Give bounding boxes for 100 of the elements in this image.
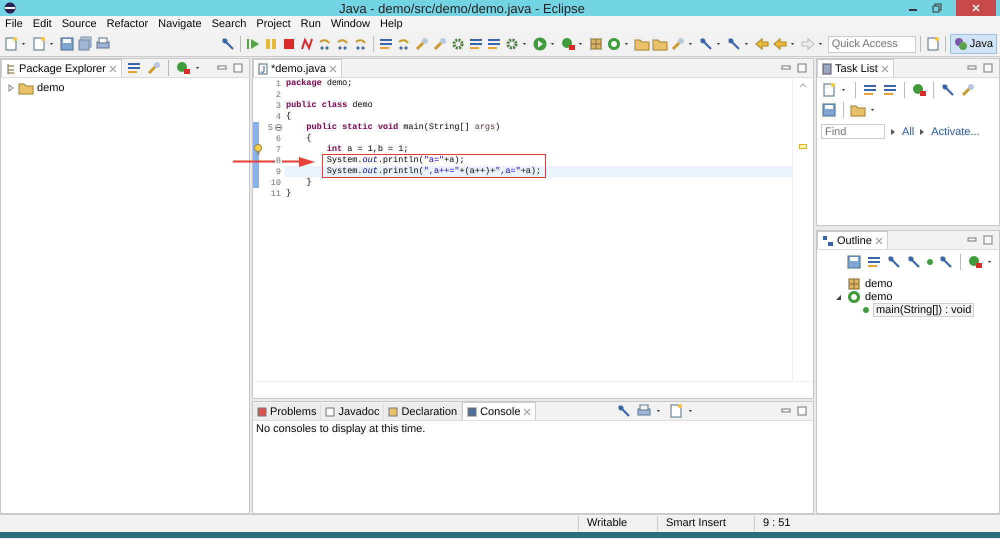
maximize-icon[interactable] (233, 63, 243, 73)
resume-icon[interactable] (244, 36, 261, 52)
list-icon[interactable] (866, 254, 882, 270)
pane-tab[interactable]: Task List (817, 59, 894, 77)
perspective-button[interactable]: Java (950, 34, 997, 54)
line-number: 11 (270, 188, 282, 198)
minimize-icon[interactable] (217, 64, 227, 72)
new-file-icon[interactable] (668, 403, 684, 419)
pin-icon[interactable] (616, 403, 632, 419)
pin-icon[interactable] (940, 82, 956, 98)
maximize-icon[interactable] (797, 63, 807, 73)
bug-icon[interactable] (967, 254, 983, 270)
pin-icon[interactable] (906, 254, 922, 270)
arrow-left-icon[interactable] (772, 36, 788, 52)
pane-tab[interactable]: Problems (253, 403, 322, 420)
minimize-icon[interactable] (967, 236, 977, 244)
package-icon[interactable] (588, 36, 604, 52)
new-file-icon[interactable] (3, 36, 19, 52)
menu-item[interactable]: Help (374, 18, 408, 30)
restore-icon[interactable] (932, 3, 942, 13)
menu-item[interactable]: File (0, 18, 28, 30)
line-number: 2 (274, 90, 282, 100)
arrow-left-icon[interactable] (754, 36, 770, 52)
link[interactable]: Activate... (931, 126, 980, 138)
menu-item[interactable]: Window (326, 18, 375, 30)
tree-item[interactable]: demo (865, 290, 893, 302)
gear-icon[interactable] (450, 36, 466, 52)
tree-item[interactable]: demo (37, 82, 65, 94)
minimize-icon[interactable] (967, 64, 977, 72)
class-icon[interactable] (846, 288, 862, 304)
tree-item[interactable]: main(String[]) : void (873, 302, 974, 316)
pin-icon[interactable] (886, 254, 902, 270)
run-icon[interactable] (532, 36, 548, 52)
close-icon[interactable] (329, 64, 338, 72)
tree-item[interactable]: demo (865, 278, 893, 290)
menu-item[interactable]: Navigate (153, 18, 207, 30)
code-line: { (305, 133, 313, 144)
menu-item[interactable]: Run (296, 18, 326, 30)
triangle-icon (920, 128, 926, 136)
minimize-icon[interactable] (780, 407, 791, 415)
pin-icon[interactable] (938, 254, 954, 270)
pane-tab[interactable]: Outline (817, 231, 888, 249)
maximize-icon[interactable] (983, 235, 993, 245)
floppy-icon[interactable] (821, 102, 837, 118)
lightbulb-icon[interactable] (253, 144, 263, 155)
close-icon[interactable] (523, 408, 532, 416)
bug-icon[interactable] (174, 60, 191, 76)
close-icon[interactable] (874, 236, 883, 244)
close-button[interactable] (956, 0, 996, 16)
pane-tab[interactable]: Javadoc (321, 403, 384, 420)
list-icon[interactable] (126, 60, 142, 76)
menu-item[interactable]: Edit (28, 18, 57, 30)
collapsed-arrow-icon[interactable] (7, 84, 15, 92)
list-icon[interactable] (882, 82, 898, 98)
scroll-up-icon[interactable] (799, 82, 807, 88)
class-icon[interactable] (606, 36, 622, 52)
minimize-icon[interactable] (781, 64, 791, 72)
close-icon[interactable] (880, 64, 889, 72)
new-file-icon[interactable] (31, 36, 47, 52)
close-icon[interactable] (108, 64, 117, 72)
menu-item[interactable]: Source (56, 18, 102, 30)
pane-tab[interactable]: Declaration (384, 403, 462, 420)
dot-icon[interactable] (926, 258, 934, 266)
bug-icon[interactable] (560, 36, 576, 52)
new-file-icon[interactable] (821, 82, 837, 98)
code-line: } (305, 177, 313, 188)
floppy-icon[interactable] (846, 254, 862, 270)
link[interactable]: All (902, 126, 914, 138)
pane-tab[interactable]: Console (462, 402, 536, 420)
status-field: Writable (578, 516, 657, 531)
maximize-icon[interactable] (796, 406, 807, 416)
menu-item[interactable]: Search (206, 18, 252, 30)
maximize-icon[interactable] (983, 63, 993, 73)
pane-tab[interactable]: Package Explorer (1, 59, 122, 77)
floppy-icon[interactable] (59, 36, 75, 52)
code-line: } (285, 188, 292, 199)
pin-icon[interactable] (726, 36, 742, 52)
package-icon[interactable] (846, 276, 862, 292)
quick-access-field[interactable]: Quick Access (828, 36, 916, 52)
new-file-icon[interactable] (924, 36, 941, 52)
code-line: public class demo (285, 100, 374, 111)
disconnect-icon[interactable] (298, 36, 315, 52)
list-icon[interactable] (468, 36, 484, 52)
list-icon[interactable] (486, 36, 502, 52)
gear-icon[interactable] (504, 36, 520, 52)
package-explorer-icon (6, 62, 16, 74)
list-icon[interactable] (378, 36, 394, 52)
pane-tab[interactable]: *demo.java (253, 59, 342, 77)
pin-icon[interactable] (698, 36, 714, 52)
collapse-icon[interactable] (275, 124, 282, 131)
menu-item[interactable]: Project (251, 18, 296, 30)
status-field: Smart Insert (657, 516, 754, 531)
find-field[interactable]: Find (821, 124, 885, 139)
line-number: 1 (274, 78, 282, 88)
list-icon[interactable] (862, 82, 878, 98)
expanded-arrow-icon[interactable] (835, 292, 843, 300)
bug-icon[interactable] (911, 82, 927, 98)
floppy-stack-icon[interactable] (77, 36, 93, 52)
pin-icon[interactable] (220, 36, 236, 52)
menu-item[interactable]: Refactor (102, 18, 154, 30)
